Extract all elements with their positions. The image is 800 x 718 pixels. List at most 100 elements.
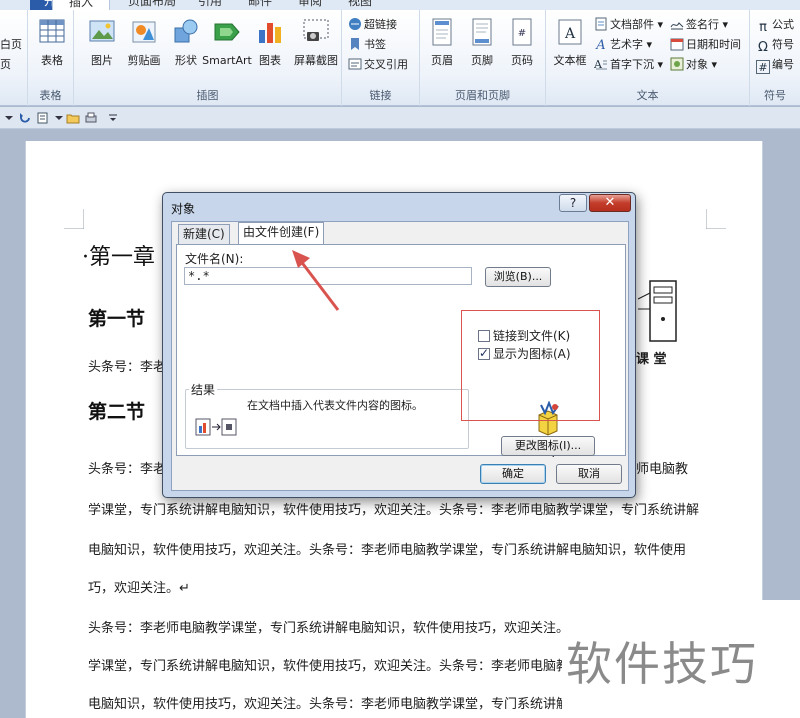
object-label: 对象 [686, 58, 708, 71]
group-table: 表格 表格 [28, 10, 74, 106]
smartart-button[interactable]: SmartArt [198, 16, 256, 80]
paragraph-line-2: 学课堂，专门系统讲解电脑知识，软件使用技巧，欢迎关注。头条号：李老师电脑教学课堂… [88, 503, 700, 518]
tab-review[interactable]: 审阅 [290, 0, 330, 10]
group-label-symbols: 符号 [764, 89, 786, 102]
calendar-icon [670, 38, 684, 51]
bookmark-button[interactable]: 书签 [348, 36, 386, 54]
format-painter-icon[interactable] [36, 111, 50, 125]
dropdown-arrow-icon-2[interactable] [52, 111, 66, 125]
tab-references[interactable]: 引用 [190, 0, 230, 10]
logo-text: 课 堂 [636, 352, 667, 367]
ok-button[interactable]: 确定 [480, 464, 546, 484]
group-illustrations: 图片 剪贴画 形状 SmartArt 图表 屏幕截图 插图 [74, 10, 342, 106]
group-symbols: π 公式 Ω 符号 # 编号 符号 [750, 10, 800, 106]
display-as-icon-label: 显示为图标(A) [493, 347, 571, 361]
cross-reference-button[interactable]: 交叉引用 [348, 56, 408, 74]
symbol-button[interactable]: Ω 符号 [756, 36, 794, 55]
page-break-button[interactable]: 页 [0, 56, 11, 74]
close-button[interactable]: ✕ [589, 194, 631, 212]
group-text: A 文本框 文档部件 ▾ A 艺术字 ▾ A 首字下沉 ▾ 签名行 ▾ 日期和时间 … [546, 10, 750, 106]
link-to-file-checkbox[interactable]: 链接到文件(K) [478, 329, 570, 343]
customize-toolbar-icon[interactable] [106, 111, 120, 125]
link-to-file-box[interactable] [478, 330, 490, 342]
symbol-label: 符号 [772, 38, 794, 51]
paragraph-line-7: 电脑知识，软件使用技巧，欢迎关注。头条号：李老师电脑教学课堂，专门系统讲解 [88, 697, 570, 712]
wordart-label: 艺术字 [610, 38, 643, 51]
svg-text:A: A [595, 38, 605, 51]
clip-art-icon [132, 21, 156, 43]
ribbon-tab-strip: 开始 插入 页面布局 引用 邮件 审阅 视图 [0, 0, 800, 10]
page-number-button[interactable]: # 页码 [502, 16, 542, 80]
paragraph-line-1-right: 师电脑教 [636, 462, 689, 477]
clip-art-button[interactable]: 剪贴画 [120, 16, 168, 80]
change-icon-button[interactable]: 更改图标(I)... [501, 436, 595, 456]
open-folder-icon[interactable] [66, 111, 80, 125]
paragraph-line-6: 学课堂，专门系统讲解电脑知识，软件使用技巧，欢迎关注。头条号：李老师电脑教 [88, 659, 570, 674]
drop-cap-button[interactable]: A 首字下沉 ▾ [594, 56, 663, 74]
picture-button[interactable]: 图片 [78, 16, 126, 80]
insert-as-icon-diagram-icon [195, 418, 237, 436]
footer-button[interactable]: 页脚 [462, 16, 502, 80]
wordart-button[interactable]: A 艺术字 ▾ [594, 36, 652, 54]
help-button[interactable]: ? [559, 194, 587, 212]
svg-text:#: # [518, 28, 526, 39]
display-as-icon-box[interactable] [478, 346, 490, 360]
ribbon: 白页 页 表格 表格 图片 剪贴画 形状 SmartArt 图表 屏幕截图 插图… [0, 10, 800, 106]
clip-art-label: 剪贴画 [127, 54, 161, 67]
cancel-button[interactable]: 取消 [556, 464, 622, 484]
object-button[interactable]: 对象 ▾ [670, 56, 717, 74]
tab-view[interactable]: 视图 [340, 0, 380, 10]
wordart-icon: A [595, 38, 605, 51]
tab-create-from-file[interactable]: 由文件创建(F) [238, 222, 325, 244]
paragraph-line-1: 头条号：李老 [88, 462, 167, 477]
quick-parts-button[interactable]: 文档部件 ▾ [594, 16, 663, 34]
screenshot-button[interactable]: 屏幕截图 [290, 16, 342, 80]
signature-line-icon [670, 22, 684, 30]
numbering-label: 编号 [772, 58, 794, 71]
quick-access-toolbar [0, 107, 800, 129]
heading-1: ·第一章 [82, 245, 156, 270]
tab-mailings[interactable]: 邮件 [240, 0, 280, 10]
footer-label: 页脚 [471, 54, 493, 67]
header-icon [432, 18, 452, 46]
svg-text:A: A [564, 26, 576, 42]
shapes-icon [174, 19, 198, 43]
chart-button[interactable]: 图表 [250, 16, 290, 80]
tab-panel-create-from-file: 文件名(N): *.* 浏览(B)... 链接到文件(K) 显示为图标(A) *… [176, 244, 626, 460]
group-links: 超链接 书签 交叉引用 链接 [342, 10, 420, 106]
filename-input[interactable]: *.* [184, 267, 472, 285]
paragraph-line-5: 头条号：李老师电脑教学课堂，专门系统讲解电脑知识，软件使用技巧，欢迎关注。 [88, 621, 570, 636]
hyperlink-button[interactable]: 超链接 [348, 16, 397, 34]
tab-create-new[interactable]: 新建(C) [178, 224, 230, 244]
object-icon [670, 57, 684, 71]
header-button[interactable]: 页眉 [422, 16, 462, 80]
header-label: 页眉 [431, 54, 453, 67]
tab-page-layout[interactable]: 页面布局 [118, 0, 186, 10]
browse-button[interactable]: 浏览(B)... [485, 267, 551, 287]
margin-corner-top-left [64, 209, 84, 229]
bookmark-label: 书签 [364, 38, 386, 51]
table-icon [39, 19, 65, 43]
dropdown-arrow-icon[interactable] [2, 111, 16, 125]
hyperlink-icon [349, 18, 361, 30]
group-label-illustrations: 插图 [196, 89, 219, 102]
text-box-button[interactable]: A 文本框 [548, 16, 592, 80]
display-as-icon-checkbox[interactable]: 显示为图标(A) [478, 346, 571, 361]
date-time-button[interactable]: 日期和时间 [670, 36, 741, 54]
equation-button[interactable]: π 公式 [756, 16, 794, 35]
close-icon: ✕ [604, 195, 616, 210]
quick-print-icon[interactable] [84, 111, 98, 125]
screenshot-label: 屏幕截图 [294, 54, 338, 67]
numbering-button[interactable]: # 编号 [756, 56, 794, 74]
group-label-table: 表格 [39, 89, 62, 102]
heading-2-second: 第二节 [88, 401, 146, 423]
bookmark-icon [351, 38, 359, 50]
signature-line-button[interactable]: 签名行 ▾ [670, 16, 728, 34]
equation-label: 公式 [772, 18, 794, 31]
tab-insert[interactable]: 插入 [52, 0, 110, 10]
omega-icon: Ω [758, 40, 768, 55]
picture-icon [89, 20, 115, 42]
redo-icon[interactable] [18, 111, 32, 125]
table-button[interactable]: 表格 [28, 16, 76, 80]
blank-page-button[interactable]: 白页 [0, 36, 22, 54]
